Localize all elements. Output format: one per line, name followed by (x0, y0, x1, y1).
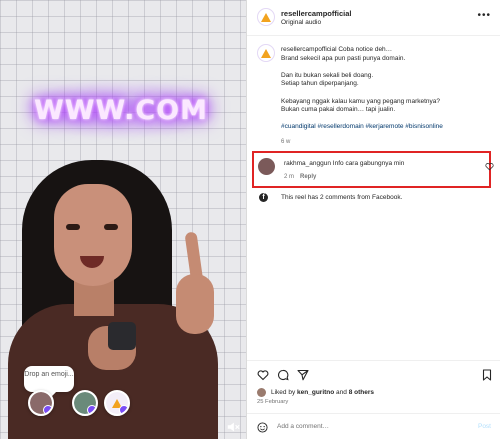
caption-text: resellercampofficial Coba notice deh… Br… (281, 46, 493, 141)
liker-username[interactable]: ken_guritno (297, 389, 334, 396)
person-face (54, 184, 132, 286)
person-eye-right (104, 224, 118, 230)
likes-text: Liked by ken_guritno and 8 others (271, 389, 374, 396)
comment-body: Info cara gabungnya min (332, 160, 405, 167)
reply-button[interactable]: Reply (300, 174, 316, 180)
caption-username[interactable]: resellercampofficial (281, 46, 337, 53)
reaction-dot (43, 405, 52, 414)
emoji-picker-icon[interactable] (257, 422, 268, 433)
caption-hashtags[interactable]: #cuandigital #resellerdomain #kerjaremot… (281, 123, 493, 132)
comment-icon[interactable] (277, 369, 289, 381)
neon-overlay-text: WWW.COM (33, 94, 209, 126)
comment-meta: 2 m Reply (284, 174, 316, 180)
comment-input[interactable]: Add a comment… (277, 423, 329, 430)
reel-video[interactable]: WWW.COM Drop an emoji... (0, 0, 246, 439)
comment-time: 2 m (284, 174, 295, 180)
reaction-bubble[interactable] (104, 390, 130, 416)
header-username[interactable]: resellercampofficial (281, 9, 351, 18)
reaction-bubble[interactable] (28, 390, 54, 416)
person-hand (176, 274, 214, 334)
add-comment-bar: Add a comment… Post (247, 413, 500, 439)
reaction-bubble[interactable] (72, 390, 98, 416)
more-options-icon[interactable]: ••• (477, 11, 491, 21)
highlighted-comment: rakhma_anggun Info cara gabungnya min 2 … (252, 151, 491, 188)
facebook-icon: f (259, 193, 268, 202)
held-device (108, 322, 136, 350)
commenter-username[interactable]: rakhma_anggun (284, 160, 331, 167)
reaction-dot (87, 405, 96, 414)
audio-label[interactable]: Original audio (281, 19, 321, 26)
reaction-dot (119, 405, 128, 414)
likes-summary[interactable]: Liked by ken_guritno and 8 others (257, 388, 497, 398)
person-eye-left (66, 224, 80, 230)
commenter-avatar[interactable] (258, 158, 275, 175)
share-icon[interactable] (297, 369, 309, 381)
facebook-note-text: This reel has 2 comments from Facebook. (281, 194, 403, 201)
caption-time: 6 w (281, 139, 291, 145)
comment-like-icon[interactable] (485, 162, 494, 171)
post-button[interactable]: Post (478, 423, 491, 430)
account-avatar[interactable] (257, 8, 275, 26)
comment-text: rakhma_anggun Info cara gabungnya min (284, 160, 404, 167)
likes-others[interactable]: 8 others (349, 389, 374, 396)
action-bar (247, 360, 500, 384)
emoji-tooltip: Drop an emoji... (24, 366, 74, 392)
post-date: 25 February (257, 399, 289, 405)
mute-icon[interactable] (226, 420, 240, 434)
post-header: resellercampofficial Original audio ••• (247, 0, 500, 36)
caption-line: Dan itu bukan sekali beli doang. Setiap … (281, 71, 374, 88)
facebook-comments-note[interactable]: f This reel has 2 comments from Facebook… (257, 192, 497, 204)
liker-avatar (257, 388, 266, 397)
caption-line: Kebayang nggak kalau kamu yang pegang ma… (281, 97, 440, 114)
caption-avatar[interactable] (257, 44, 275, 62)
save-icon[interactable] (481, 369, 493, 381)
like-icon[interactable] (257, 369, 269, 381)
post-panel: resellercampofficial Original audio ••• … (246, 0, 500, 439)
